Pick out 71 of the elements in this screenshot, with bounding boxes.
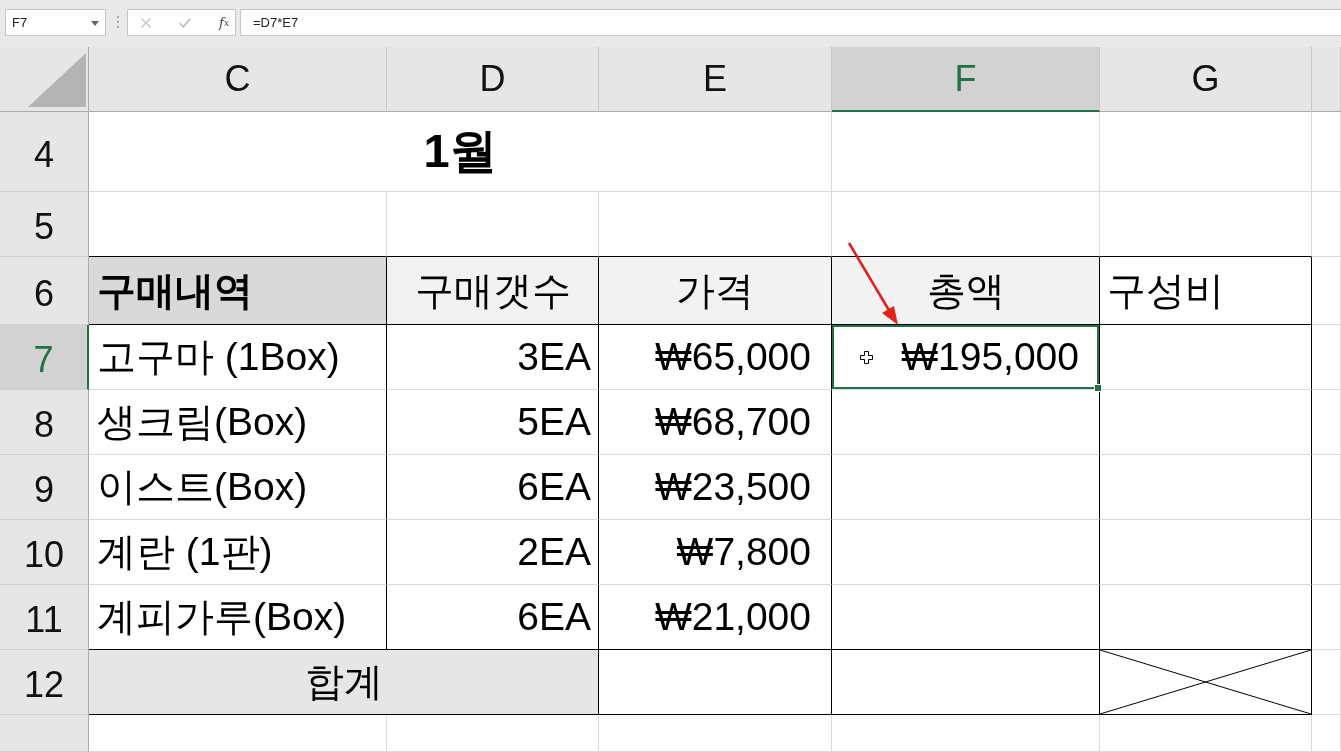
- row-header[interactable]: 4: [0, 112, 89, 192]
- column-header[interactable]: [1312, 47, 1341, 112]
- row-header[interactable]: 5: [0, 192, 89, 257]
- table-cell[interactable]: [832, 390, 1100, 455]
- row-header[interactable]: 11: [0, 585, 89, 650]
- empty-cell[interactable]: [1312, 192, 1341, 257]
- empty-cell[interactable]: [1312, 520, 1341, 585]
- plus-cursor-icon: [860, 351, 873, 364]
- table-cell[interactable]: ₩68,700: [599, 390, 832, 455]
- table-cell[interactable]: [599, 650, 832, 715]
- row-header[interactable]: 9: [0, 455, 89, 520]
- table-cell[interactable]: 3EA: [387, 325, 599, 390]
- row-header[interactable]: 7: [0, 325, 89, 390]
- table-cell[interactable]: [832, 650, 1100, 715]
- empty-cell[interactable]: [1312, 650, 1341, 715]
- empty-cell[interactable]: [1100, 715, 1312, 752]
- table-cell[interactable]: 이스트(Box): [89, 455, 387, 520]
- table-cell[interactable]: 5EA: [387, 390, 599, 455]
- column-heading-cell[interactable]: 가격: [599, 257, 832, 325]
- table-cell[interactable]: 2EA: [387, 520, 599, 585]
- column-header[interactable]: D: [387, 47, 599, 112]
- table-cell[interactable]: [1100, 325, 1312, 390]
- column-heading-cell[interactable]: 총액: [832, 257, 1100, 325]
- table-cell[interactable]: [1100, 455, 1312, 520]
- row-header[interactable]: 6: [0, 257, 89, 325]
- caret-icon: [91, 21, 99, 26]
- empty-cell[interactable]: [832, 715, 1100, 752]
- empty-cell[interactable]: [1312, 585, 1341, 650]
- column-header[interactable]: C: [89, 47, 387, 112]
- empty-cell[interactable]: [1312, 455, 1341, 520]
- formula-field[interactable]: =D7*E7: [240, 9, 1341, 36]
- sheet-title[interactable]: 1월: [89, 112, 832, 192]
- empty-cell[interactable]: [1312, 715, 1341, 752]
- empty-cell[interactable]: [1312, 390, 1341, 455]
- table-cell[interactable]: 생크림(Box): [89, 390, 387, 455]
- row-header[interactable]: 12: [0, 650, 89, 715]
- empty-cell[interactable]: [832, 112, 1100, 192]
- triangle-icon: [28, 53, 86, 107]
- column-heading-cell[interactable]: 구매내역: [89, 257, 387, 325]
- table-cell[interactable]: [1100, 520, 1312, 585]
- table-cell[interactable]: 6EA: [387, 455, 599, 520]
- column-header[interactable]: F: [832, 47, 1100, 112]
- row-header[interactable]: [0, 715, 89, 752]
- column-heading-cell[interactable]: 구성비: [1100, 257, 1312, 325]
- select-all-button[interactable]: [0, 47, 89, 112]
- table-cell[interactable]: [832, 520, 1100, 585]
- crossed-out-cell[interactable]: [1100, 650, 1312, 715]
- table-cell[interactable]: ₩65,000: [599, 325, 832, 390]
- table-cell[interactable]: [1100, 585, 1312, 650]
- table-cell[interactable]: 고구마 (1Box): [89, 325, 387, 390]
- total-label-cell[interactable]: 합계: [89, 650, 599, 715]
- table-cell[interactable]: 계란 (1판): [89, 520, 387, 585]
- empty-cell[interactable]: [599, 715, 832, 752]
- close-icon: [141, 17, 151, 28]
- table-cell[interactable]: ₩23,500: [599, 455, 832, 520]
- table-cell[interactable]: [832, 455, 1100, 520]
- table-cell[interactable]: ₩7,800: [599, 520, 832, 585]
- column-header[interactable]: E: [599, 47, 832, 112]
- table-cell[interactable]: [1100, 390, 1312, 455]
- column-header[interactable]: G: [1100, 47, 1312, 112]
- table-cell[interactable]: ₩21,000: [599, 585, 832, 650]
- fill-handle[interactable]: [1094, 384, 1102, 392]
- name-box[interactable]: F7: [5, 9, 106, 36]
- check-icon: [179, 17, 192, 28]
- empty-cell[interactable]: [1100, 112, 1312, 192]
- table-cell[interactable]: ₩195,000: [832, 325, 1100, 390]
- empty-cell[interactable]: [1312, 325, 1341, 390]
- row-header[interactable]: 8: [0, 390, 89, 455]
- column-heading-cell[interactable]: 구매갯수: [387, 257, 599, 325]
- row-header[interactable]: 10: [0, 520, 89, 585]
- table-cell[interactable]: [832, 585, 1100, 650]
